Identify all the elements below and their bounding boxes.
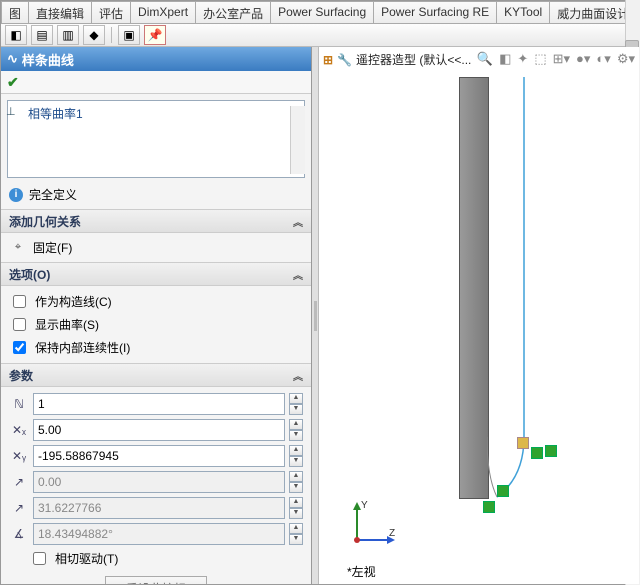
d1-icon: ↗ [9, 475, 29, 489]
tab-direct-edit[interactable]: 直接编辑 [28, 1, 92, 23]
curvature-label: 显示曲率(S) [35, 316, 99, 333]
scrollbar[interactable] [290, 106, 305, 174]
status-row: i 完全定义 [1, 184, 311, 209]
reset-button[interactable]: 重设此控标 [105, 576, 207, 584]
param-y-input[interactable] [33, 445, 285, 467]
panel-toolbar: ◧ ▤ ▥ ◆ ▣ 📌 [1, 24, 639, 47]
handle-2[interactable] [545, 445, 557, 457]
chevron-up-icon: ︽ [293, 368, 303, 383]
selection-box[interactable]: ⊥ 相等曲率1 [7, 100, 305, 178]
handle-3[interactable] [497, 485, 509, 497]
param-angle-input [33, 523, 285, 545]
vp-tool5-icon[interactable]: ●▾ [576, 51, 590, 67]
perpendicular-icon: ⊥ [6, 105, 16, 118]
param-x-input[interactable] [33, 419, 285, 441]
d2-icon: ↗ [9, 501, 29, 515]
x-icon: ✕ₓ [9, 423, 29, 437]
tool-4[interactable]: ◆ [83, 25, 105, 45]
n-icon: ℕ [9, 397, 29, 411]
anchor-icon: ⌖ [9, 241, 27, 254]
model-body[interactable] [459, 77, 489, 499]
handle-4[interactable] [483, 501, 495, 513]
view-name: *左视 [347, 563, 376, 580]
tab-dimxpert[interactable]: DimXpert [130, 1, 196, 23]
section-params-header[interactable]: 参数 ︽ [1, 364, 311, 387]
expand-icon[interactable]: ⊞ [323, 53, 333, 67]
spinner[interactable]: ▲▼ [289, 471, 303, 493]
tool-5[interactable]: ▣ [118, 25, 140, 45]
tool-3[interactable]: ▥ [57, 25, 79, 45]
tool-1[interactable]: ◧ [5, 25, 27, 45]
construction-checkbox[interactable] [13, 295, 26, 308]
triad[interactable]: Y Z [349, 498, 399, 548]
separator [111, 27, 112, 43]
splitter[interactable] [312, 47, 319, 584]
tab-evaluate[interactable]: 评估 [91, 1, 131, 23]
chevron-up-icon: ︽ [293, 214, 303, 229]
tab-kytool[interactable]: KYTool [496, 1, 550, 23]
continuity-checkbox[interactable] [13, 341, 26, 354]
section-params: 参数 ︽ ℕ ▲▼ ✕ₓ ▲▼ ✕ᵧ ▲▼ ↗ ▲▼ ↗ ▲▼ ∡ ▲▼ 相切驱动(T) 重… [1, 363, 311, 584]
spinner[interactable]: ▲▼ [289, 445, 303, 467]
vp-tool4-icon[interactable]: ⊞▾ [553, 51, 570, 67]
ok-button[interactable]: ✔ [7, 74, 19, 91]
section-options-header[interactable]: 选项(O) ︽ [1, 263, 311, 286]
param-d1-input [33, 471, 285, 493]
chevron-up-icon: ︽ [293, 267, 303, 282]
tab-office[interactable]: 办公室产品 [195, 1, 271, 23]
section-options: 选项(O) ︽ 作为构造线(C) 显示曲率(S) 保持内部连续性(I) [1, 262, 311, 363]
info-icon: i [9, 188, 23, 202]
param-d2-input [33, 497, 285, 519]
spinner[interactable]: ▲▼ [289, 393, 303, 415]
continuity-label: 保持内部连续性(I) [35, 339, 130, 356]
section-relations-header[interactable]: 添加几何关系 ︽ [1, 210, 311, 233]
curvature-checkbox[interactable] [13, 318, 26, 331]
vp-settings-icon[interactable]: ⚙▾ [617, 51, 635, 67]
param-n-input[interactable] [33, 393, 285, 415]
tab-power-surfacing[interactable]: Power Surfacing [270, 1, 374, 23]
section-relations: 添加几何关系 ︽ ⌖ 固定(F) [1, 209, 311, 262]
handle-1[interactable] [531, 447, 543, 459]
status-text: 完全定义 [29, 186, 77, 203]
vp-tool1-icon[interactable]: ◧ [499, 51, 511, 67]
vp-tool6-icon[interactable]: ◐▾ [596, 51, 610, 67]
tab-power-surfacing-re[interactable]: Power Surfacing RE [373, 1, 497, 23]
tool-2[interactable]: ▤ [31, 25, 53, 45]
property-panel: ∿ 样条曲线 ✔ ⊥ 相等曲率1 i 完全定义 [1, 47, 312, 584]
selection-item[interactable]: 相等曲率1 [28, 105, 300, 122]
svg-text:Z: Z [389, 528, 395, 539]
tab-tu[interactable]: 图 [1, 1, 29, 23]
vp-tool3-icon[interactable]: ⬚ [534, 51, 546, 67]
panel-title-bar: ∿ 样条曲线 [1, 47, 311, 71]
svg-text:Y: Y [361, 500, 368, 511]
viewport[interactable]: ⊞ 🔧 遥控器造型 (默认<<... 🔍 ◧ ✦ ⬚ ⊞▾ ●▾ ◐▾ ⚙▾ [319, 47, 639, 584]
fixed-relation-button[interactable]: ⌖ 固定(F) [9, 237, 303, 258]
spinner[interactable]: ▲▼ [289, 419, 303, 441]
vp-zoom-icon[interactable]: 🔍 [477, 51, 493, 67]
spline-icon: ∿ [7, 51, 18, 67]
confirm-bar: ✔ [1, 71, 311, 94]
angle-icon: ∡ [9, 527, 29, 541]
main-tabs: 图 直接编辑 评估 DimXpert 办公室产品 Power Surfacing… [1, 1, 639, 24]
tool-pin[interactable]: 📌 [144, 25, 166, 45]
y-icon: ✕ᵧ [9, 449, 29, 463]
construction-label: 作为构造线(C) [35, 293, 112, 310]
part-icon: 🔧 [337, 53, 352, 67]
breadcrumb[interactable]: ⊞ 🔧 遥控器造型 (默认<<... [323, 51, 471, 68]
vp-tool2-icon[interactable]: ✦ [517, 51, 528, 67]
tangent-drive-checkbox[interactable] [33, 552, 46, 565]
tangent-drive-label: 相切驱动(T) [55, 550, 118, 567]
spinner[interactable]: ▲▼ [289, 523, 303, 545]
panel-title: 样条曲线 [22, 50, 74, 69]
handle-selected[interactable] [517, 437, 529, 449]
spinner[interactable]: ▲▼ [289, 497, 303, 519]
viewport-toolbar: 🔍 ◧ ✦ ⬚ ⊞▾ ●▾ ◐▾ ⚙▾ [477, 51, 635, 67]
